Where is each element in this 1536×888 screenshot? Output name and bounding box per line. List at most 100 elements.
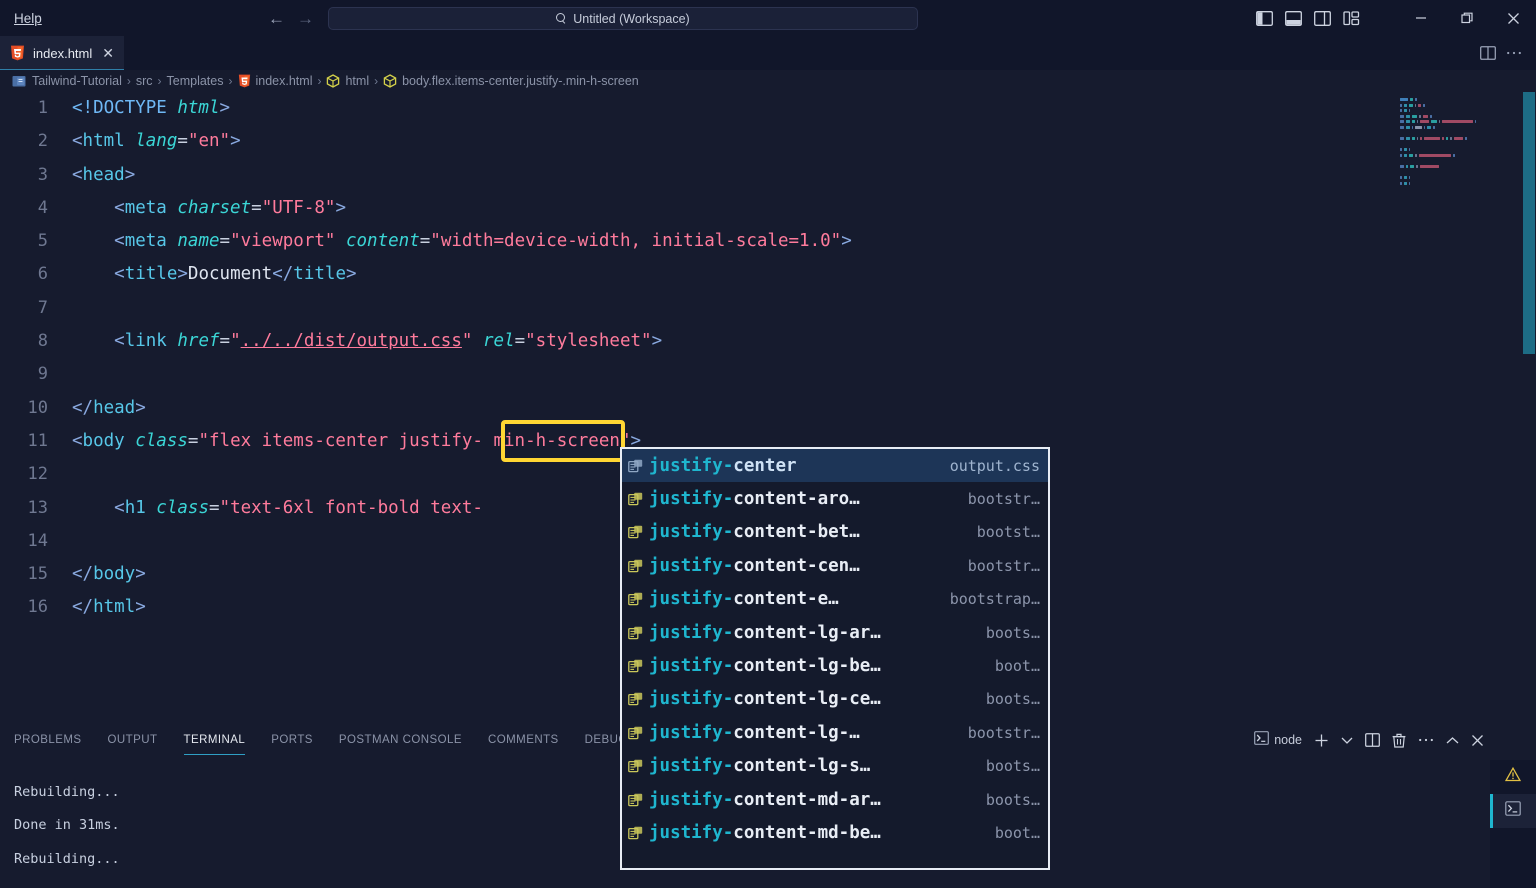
suggestion-detail: boots… [985,757,1040,776]
layout-sidebar-left-icon[interactable] [1254,8,1274,28]
code-line-text: </html> [72,597,146,618]
suggestion-item[interactable]: justify-content-lg-… bootstr… [622,716,1048,749]
code-line[interactable]: 5 <meta name="viewport" content="width=d… [0,225,1400,258]
terminal-warning-item[interactable] [1490,760,1536,794]
editor-more-actions-ellipsis-icon[interactable] [1506,50,1522,56]
code-line[interactable]: 9 [0,358,1400,391]
close-icon[interactable] [1490,0,1536,36]
new-terminal-button[interactable] [1314,733,1329,748]
suggestion-detail: boot… [994,657,1040,676]
command-center-label: Untitled (Workspace) [573,11,690,26]
split-terminal-icon[interactable] [1365,733,1380,747]
suggestion-item[interactable]: justify-content-lg-be… boot… [622,649,1048,682]
code-line[interactable]: 8 <link href="../../dist/output.css" rel… [0,325,1400,358]
css-property-icon [628,692,645,707]
panel-tab-output[interactable]: OUTPUT [108,725,158,755]
suggestion-item[interactable]: justify-content-aro… bootstr… [622,482,1048,515]
minimap-line [1400,143,1512,146]
line-number: 16 [27,597,48,618]
suggestion-item[interactable]: justify-content-lg-ar… boots… [622,616,1048,649]
breadcrumb-item-0[interactable]: Tailwind-Tutorial [12,74,122,88]
warning-icon [1504,766,1522,787]
menu-item-help-label: Help [14,10,42,26]
suggestion-item[interactable]: justify-content-md-ar… boots… [622,783,1048,816]
code-line[interactable]: 10 </head> [0,392,1400,425]
active-terminal-label[interactable]: node [1254,730,1302,750]
terminal-profile-chevron-down-icon[interactable] [1341,736,1353,745]
breadcrumb-item-label: Tailwind-Tutorial [32,74,122,88]
code-line[interactable]: 2 <html lang="en"> [0,125,1400,158]
code-line[interactable]: 3 <head> [0,159,1400,192]
tab-index-html[interactable]: index.html ✕ [0,36,124,70]
line-number: 7 [37,297,48,318]
suggestion-label: justify-center [649,455,797,476]
line-number: 14 [27,530,48,551]
code-line[interactable]: 6 <title>Document</title> [0,258,1400,291]
suggestion-detail: boots… [985,623,1040,642]
terminal-instance-item[interactable] [1490,794,1536,828]
breadcrumb-item-2[interactable]: Templates [167,74,224,88]
suggestion-item[interactable]: justify-center output.css [622,449,1048,483]
suggestion-label: justify-content-lg-ar… [649,622,881,643]
tab-close-icon[interactable]: ✕ [102,46,114,60]
line-number: 1 [37,98,48,118]
suggestion-item[interactable]: justify-content-md-be… boot… [622,816,1048,849]
minimap[interactable] [1400,92,1512,720]
editor-scrollbar[interactable] [1522,92,1536,720]
breadcrumb-item-label: html [345,74,370,88]
close-panel-icon[interactable] [1471,734,1484,747]
code-line-text: </head> [72,397,146,418]
suggestion-label: justify-content-md-ar… [649,789,881,810]
minimap-line [1400,98,1512,101]
css-property-icon [628,525,645,540]
window-controls [1398,0,1536,36]
suggestion-label: justify-content-md-be… [649,822,881,843]
suggestion-item[interactable]: justify-content-lg-ce… boots… [622,683,1048,716]
restore-icon[interactable] [1444,0,1490,36]
panel-tab-postman-console[interactable]: POSTMAN CONSOLE [339,725,462,755]
panel-more-actions-ellipsis-icon[interactable] [1418,737,1434,743]
code-line-text: <meta name="viewport" content="width=dev… [72,231,852,252]
line-number: 4 [37,197,48,218]
code-line-text: <html lang="en"> [72,131,241,152]
panel-tab-comments[interactable]: COMMENTS [488,725,559,755]
suggestion-item[interactable]: justify-content-bet… bootst… [622,516,1048,549]
breadcrumb-separator: › [126,74,131,88]
code-line[interactable]: 7 [0,292,1400,325]
suggestion-item[interactable]: justify-content-cen… bootstr… [622,549,1048,582]
code-line-text: <h1 class="text-6xl font-bold text- [72,497,483,518]
breadcrumb-item-5[interactable]: body.flex.items-center.justify-.min-h-sc… [383,74,639,88]
menu-item-help[interactable]: Help [10,9,46,28]
vscode-window: Help ← → Untitled (Workspace) index.html… [0,0,1536,888]
tab-label: index.html [33,45,93,61]
layout-panel-icon[interactable] [1283,8,1303,28]
forward-icon[interactable]: → [297,10,314,27]
suggestion-item[interactable]: justify-content-e… bootstrap… [622,583,1048,616]
code-line[interactable]: 4 <meta charset="UTF-8"> [0,192,1400,225]
layout-sidebar-right-icon[interactable] [1312,8,1332,28]
editor-scrollbar-thumb[interactable] [1523,92,1535,354]
breadcrumb-item-3[interactable]: index.html [238,74,312,88]
css-property-icon [628,625,645,640]
breadcrumb-item-4[interactable]: html [326,74,369,88]
suggestion-detail: bootstr… [967,723,1040,742]
breadcrumb-separator: › [157,74,162,88]
terminal-icon [1254,730,1270,750]
suggestion-dropdown[interactable]: justify-center output.css justify-content-… [620,447,1050,870]
panel-tab-terminal[interactable]: TERMINAL [183,725,246,755]
maximize-panel-chevron-up-icon[interactable] [1446,736,1459,745]
panel-tab-problems[interactable]: PROBLEMS [14,725,82,755]
layout-grid-icon[interactable] [1341,8,1361,28]
suggestion-item[interactable]: justify-content-lg-s… boots… [622,750,1048,783]
code-line-text: <meta charset="UTF-8"> [72,197,346,218]
code-line-text: <body class="flex items-center justify- … [72,430,641,451]
panel-tab-ports[interactable]: PORTS [271,725,313,755]
code-line[interactable]: 1 <!DOCTYPE html> [0,92,1400,125]
breadcrumb-item-1[interactable]: src [136,74,153,88]
back-icon[interactable]: ← [268,10,285,27]
command-center[interactable]: Untitled (Workspace) [328,7,918,30]
split-editor-icon[interactable] [1480,46,1496,60]
trash-icon[interactable] [1392,733,1406,748]
css-property-icon [628,792,645,807]
minimize-icon[interactable] [1398,0,1444,36]
